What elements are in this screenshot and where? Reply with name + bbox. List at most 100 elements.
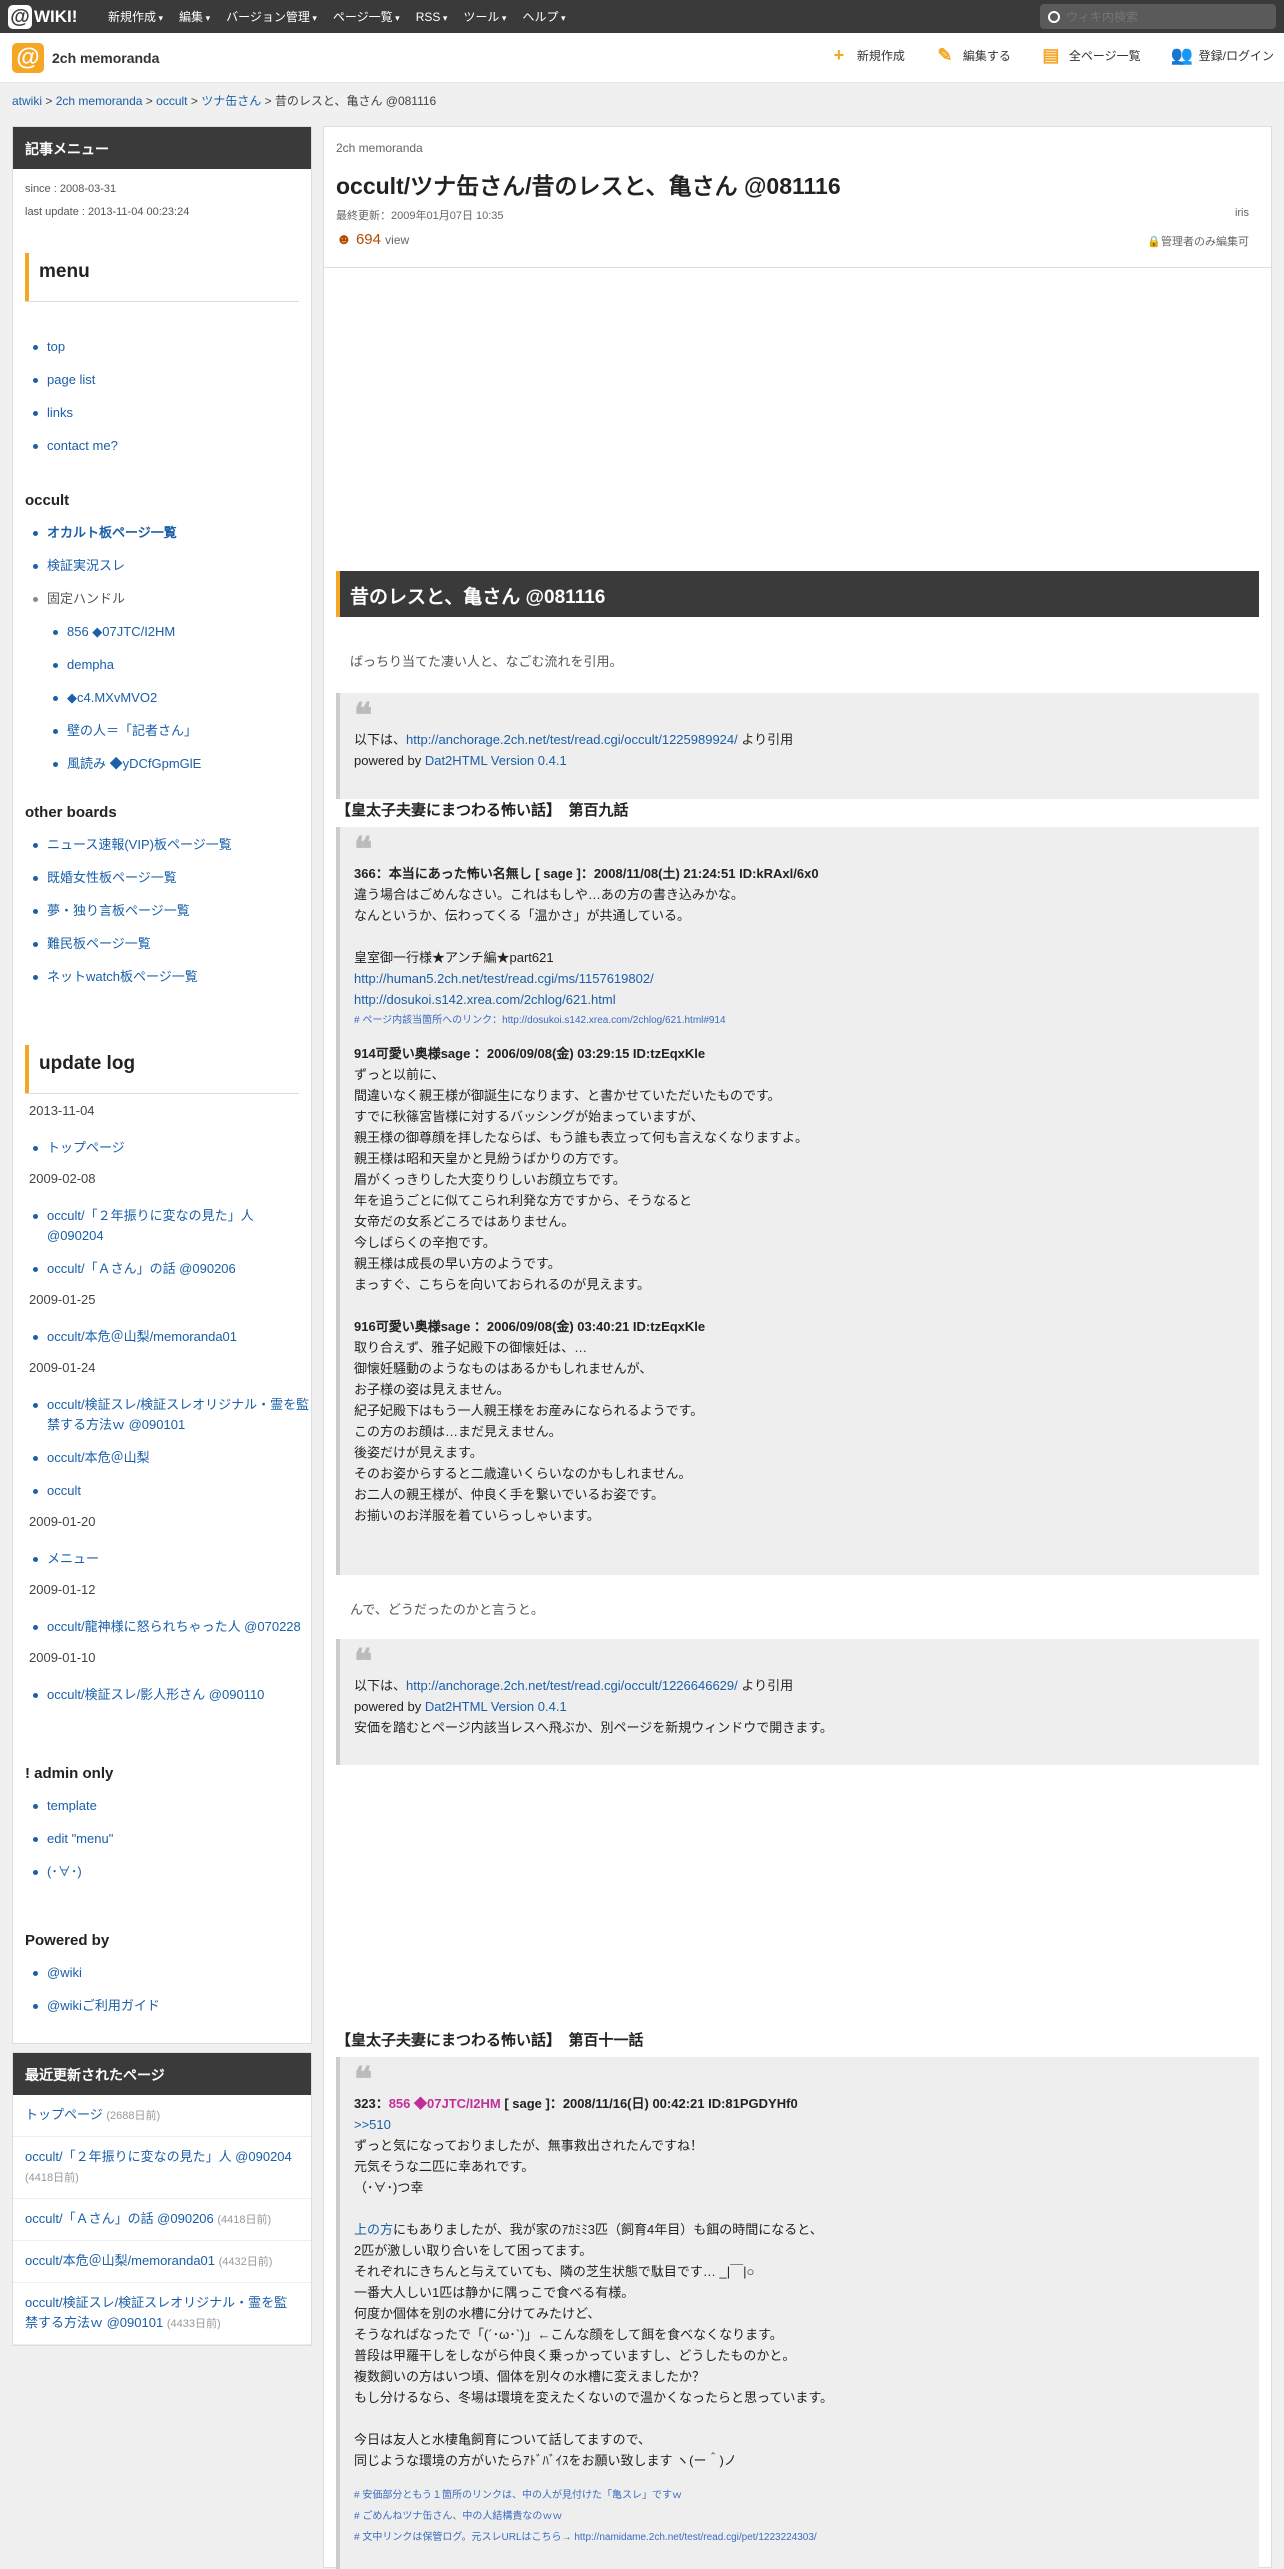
dat2html-link[interactable]: Dat2HTML Version 0.4.1: [425, 1699, 567, 1714]
occult-link[interactable]: 検証実況スレ: [47, 558, 125, 573]
handle-link[interactable]: 風読み ◆yDCfGpmGlE: [67, 756, 201, 771]
menu-tools[interactable]: ツール: [463, 8, 506, 25]
admin-link[interactable]: template: [47, 1798, 97, 1813]
atwiki-logo[interactable]: @ WIKI!: [8, 5, 77, 29]
author-link[interactable]: iris: [1235, 207, 1249, 219]
dat2html-link[interactable]: Dat2HTML Version 0.4.1: [425, 753, 567, 768]
site-name[interactable]: 2ch memoranda: [52, 50, 159, 66]
board-link[interactable]: 難民板ページ一覧: [47, 936, 151, 951]
occult-link[interactable]: オカルト板ページ一覧: [47, 525, 177, 540]
board-item[interactable]: ネットwatch板ページ一覧: [33, 967, 311, 987]
all-pages-button[interactable]: ▤ 全ページ一覧: [1041, 45, 1140, 66]
recent-link[interactable]: occult/本危＠山梨/memoranda01: [25, 2253, 215, 2268]
anchor-note[interactable]: # ページ内該当箇所へのリンク：http://dosukoi.s142.xrea…: [354, 1010, 1245, 1031]
update-item[interactable]: occult/「２年振りに変なの見た」人 @090204: [33, 1206, 311, 1246]
menu-link[interactable]: contact me?: [47, 438, 118, 453]
recent-item[interactable]: occult/「２年振りに変なの見た」人 @090204 (4418日前): [13, 2137, 311, 2199]
handle-item[interactable]: ◆c4.MXvMVO2: [53, 688, 311, 708]
board-link[interactable]: ネットwatch板ページ一覧: [47, 969, 198, 984]
board-item[interactable]: 夢・独り言板ページ一覧: [33, 901, 311, 921]
update-link[interactable]: occult/「Ａさん」の話 @090206: [47, 1261, 236, 1276]
update-link[interactable]: occult/本危＠山梨/memoranda01: [47, 1329, 237, 1344]
occult-item[interactable]: 検証実況スレ: [33, 556, 311, 576]
admin-link[interactable]: (･∀･): [47, 1864, 82, 1879]
board-item[interactable]: ニュース速報(VIP)板ページ一覧: [33, 835, 311, 855]
breadcrumb-occult[interactable]: occult: [156, 94, 187, 108]
recent-item[interactable]: occult/本危＠山梨/memoranda01 (4432日前): [13, 2241, 311, 2283]
update-link[interactable]: occult/「２年振りに変なの見た」人 @090204: [47, 1208, 254, 1243]
admin-item[interactable]: template: [33, 1796, 311, 1816]
admin-link[interactable]: edit "menu": [47, 1831, 113, 1846]
board-link[interactable]: 既婚女性板ページ一覧: [47, 870, 177, 885]
update-item[interactable]: occult/「Ａさん」の話 @090206: [33, 1259, 311, 1279]
powered-item[interactable]: @wikiご利用ガイド: [33, 1996, 311, 2016]
menu-link[interactable]: page list: [47, 372, 95, 387]
breadcrumb-site[interactable]: 2ch memoranda: [56, 94, 143, 108]
menu-item-links[interactable]: links: [33, 403, 311, 423]
update-link[interactable]: メニュー: [47, 1551, 99, 1566]
menu-item-top[interactable]: top: [33, 337, 311, 357]
update-link[interactable]: occult/検証スレ/影人形さん @090110: [47, 1687, 264, 1702]
board-link[interactable]: 夢・独り言板ページ一覧: [47, 903, 190, 918]
board-link[interactable]: ニュース速報(VIP)板ページ一覧: [47, 837, 232, 852]
update-link[interactable]: トップページ: [47, 1140, 125, 1155]
inline-link[interactable]: 上の方: [354, 2222, 393, 2237]
source-link[interactable]: http://anchorage.2ch.net/test/read.cgi/o…: [406, 732, 738, 747]
menu-help[interactable]: ヘルプ: [522, 8, 565, 25]
powered-item[interactable]: @wiki: [33, 1963, 311, 1983]
update-link[interactable]: occult/検証スレ/検証スレオリジナル・霊を監禁する方法ｗ @090101: [47, 1397, 309, 1432]
handle-link[interactable]: ◆c4.MXvMVO2: [67, 690, 157, 705]
update-item[interactable]: メニュー: [33, 1549, 311, 1569]
recent-link[interactable]: occult/「Ａさん」の話 @090206: [25, 2211, 214, 2226]
handle-link[interactable]: 壁の人＝「記者さん」: [67, 723, 197, 738]
footnote[interactable]: # 文中リンクは保管ログ。元スレURLはこちら→ http://namidame…: [354, 2527, 1245, 2548]
menu-link[interactable]: links: [47, 405, 73, 420]
recent-item[interactable]: occult/「Ａさん」の話 @090206 (4418日前): [13, 2199, 311, 2241]
update-item[interactable]: occult/本危＠山梨/memoranda01: [33, 1327, 311, 1347]
update-link[interactable]: occult: [47, 1483, 81, 1498]
menu-link[interactable]: top: [47, 339, 65, 354]
search-input[interactable]: [1066, 9, 1246, 24]
search-icon[interactable]: [1048, 10, 1060, 23]
menu-pages[interactable]: ページ一覧: [333, 8, 400, 25]
breadcrumb-atwiki[interactable]: atwiki: [12, 94, 42, 108]
reply-anchor-link[interactable]: >>510: [354, 2117, 391, 2132]
log-link[interactable]: http://dosukoi.s142.xrea.com/2chlog/621.…: [354, 992, 616, 1007]
powered-link[interactable]: @wiki: [47, 1965, 82, 1980]
update-link[interactable]: occult/本危＠山梨: [47, 1450, 150, 1465]
update-item[interactable]: occult/本危＠山梨: [33, 1448, 311, 1468]
update-link[interactable]: occult/龍神様に怒られちゃった人 @070228: [47, 1619, 301, 1634]
update-item[interactable]: occult/検証スレ/影人形さん @090110: [33, 1685, 311, 1705]
handle-item[interactable]: 風読み ◆yDCfGpmGlE: [53, 754, 311, 774]
menu-new[interactable]: 新規作成: [108, 8, 163, 25]
menu-item-page-list[interactable]: page list: [33, 370, 311, 390]
new-page-button[interactable]: + 新規作成: [829, 45, 905, 66]
menu-version[interactable]: バージョン管理: [226, 8, 317, 25]
update-item[interactable]: occult: [33, 1481, 311, 1501]
admin-item[interactable]: (･∀･): [33, 1862, 311, 1882]
occult-item[interactable]: オカルト板ページ一覧: [33, 523, 311, 543]
recent-link[interactable]: トップページ: [25, 2107, 103, 2122]
poster-name[interactable]: 856 ◆07JTC/I2HM: [389, 2096, 501, 2111]
admin-item[interactable]: edit "menu": [33, 1829, 311, 1849]
handle-link[interactable]: dempha: [67, 657, 114, 672]
powered-link[interactable]: @wikiご利用ガイド: [47, 1998, 160, 2013]
recent-item[interactable]: トップページ (2688日前): [13, 2095, 311, 2137]
recent-link[interactable]: occult/「２年振りに変なの見た」人 @090204: [25, 2149, 292, 2164]
site-logo-icon[interactable]: @: [12, 43, 44, 73]
login-button[interactable]: 👥 登録/ログイン: [1171, 45, 1274, 66]
menu-edit[interactable]: 編集: [179, 8, 210, 25]
handle-link[interactable]: 856 ◆07JTC/I2HM: [67, 624, 175, 639]
menu-rss[interactable]: RSS: [416, 10, 448, 24]
update-item[interactable]: トップページ: [33, 1138, 311, 1158]
menu-item-contact[interactable]: contact me?: [33, 436, 311, 456]
update-item[interactable]: occult/検証スレ/検証スレオリジナル・霊を監禁する方法ｗ @090101: [33, 1395, 311, 1435]
handle-item[interactable]: 856 ◆07JTC/I2HM: [53, 622, 311, 642]
edit-button[interactable]: ✎ 編集する: [935, 45, 1011, 66]
handle-item[interactable]: 壁の人＝「記者さん」: [53, 721, 311, 741]
board-item[interactable]: 既婚女性板ページ一覧: [33, 868, 311, 888]
update-item[interactable]: occult/龍神様に怒られちゃった人 @070228: [33, 1617, 311, 1637]
handle-item[interactable]: dempha: [53, 655, 311, 675]
board-item[interactable]: 難民板ページ一覧: [33, 934, 311, 954]
source-link[interactable]: http://anchorage.2ch.net/test/read.cgi/o…: [406, 1678, 738, 1693]
